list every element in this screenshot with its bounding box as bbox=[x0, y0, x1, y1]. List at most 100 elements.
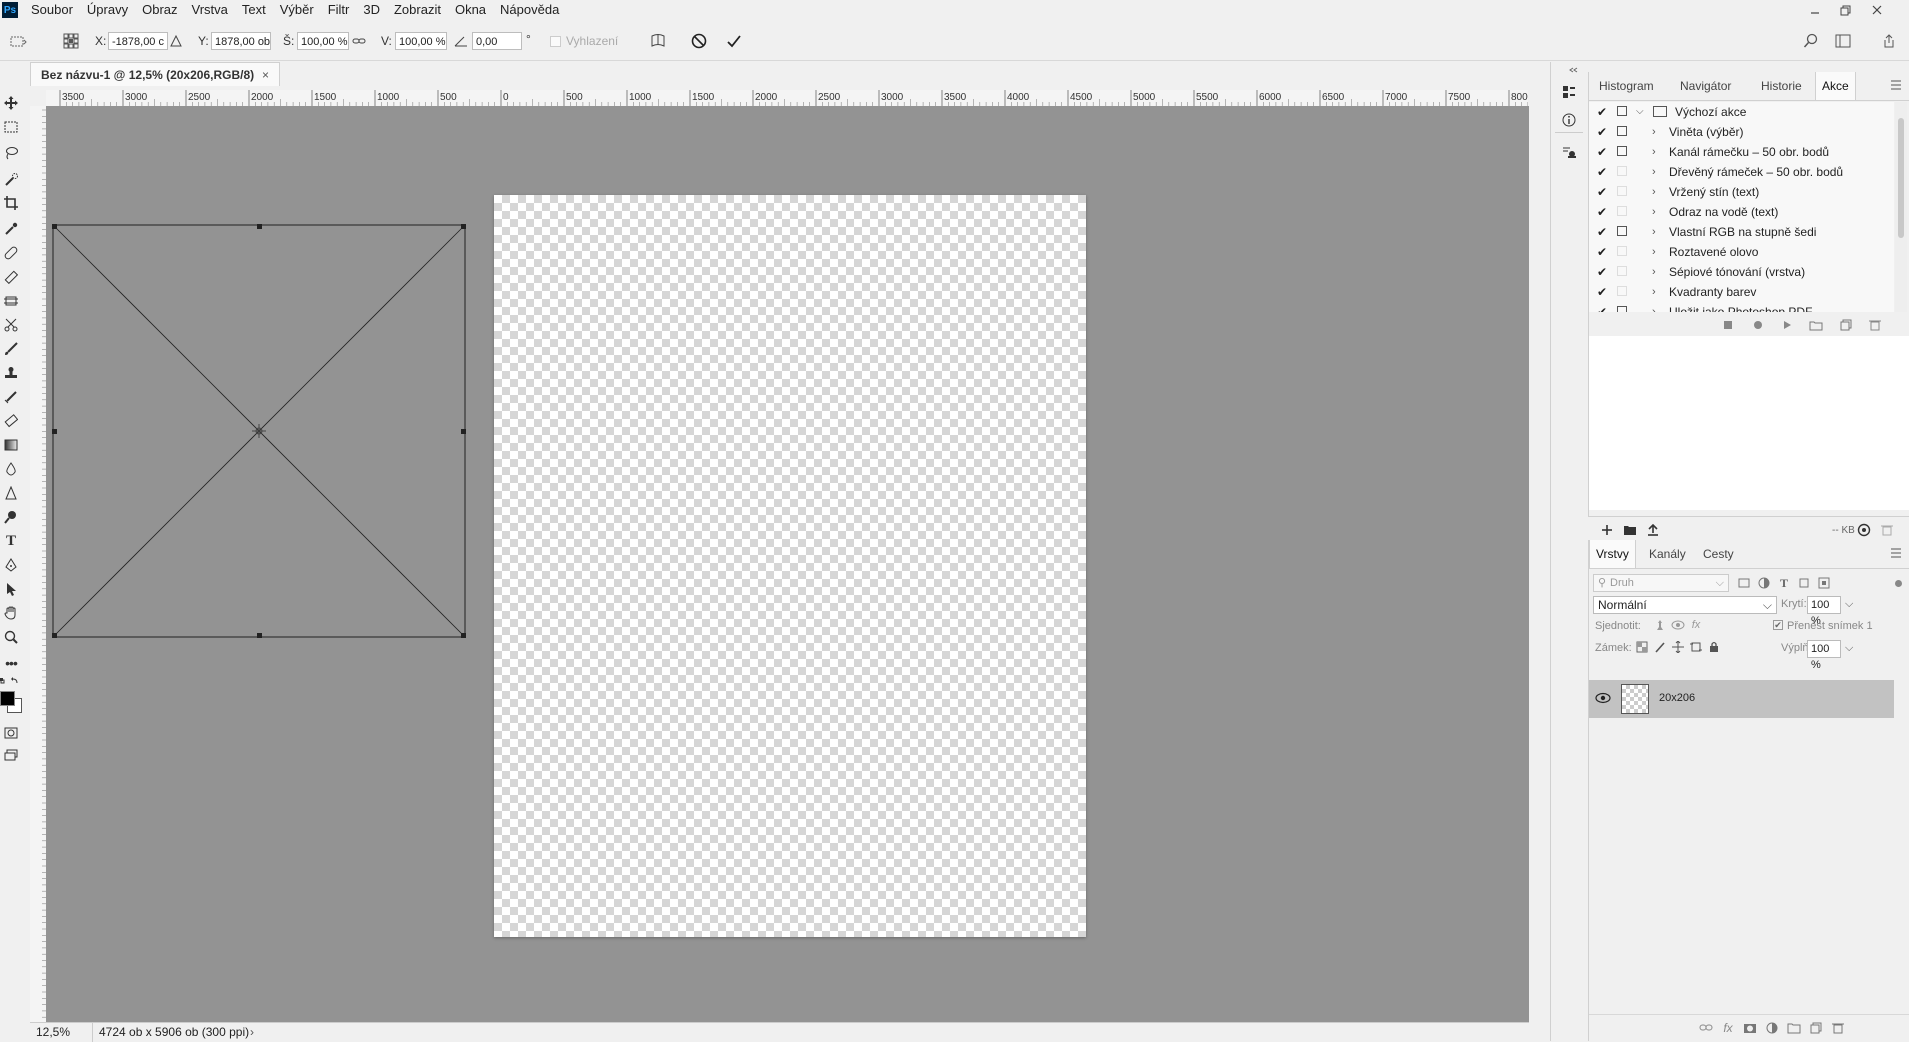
actions-list[interactable]: ✔ ⌵ Výchozí akce ✔ › Viněta (výběr) ✔ › Kaná… bbox=[1589, 102, 1894, 312]
ruler-tool-icon[interactable] bbox=[0, 266, 22, 288]
blur-tool-icon[interactable] bbox=[0, 458, 22, 480]
toggle-dialog-icon[interactable] bbox=[1617, 206, 1627, 216]
healing-brush-tool-icon[interactable] bbox=[0, 242, 22, 264]
expand-chevron-right-icon[interactable]: › bbox=[1652, 142, 1656, 162]
propagate-checkbox[interactable]: ✔ bbox=[1773, 620, 1783, 630]
action-item[interactable]: ✔ › Odraz na vodě (text) bbox=[1589, 202, 1894, 222]
scrollbar-thumb[interactable] bbox=[1898, 118, 1904, 238]
new-action-icon[interactable] bbox=[1837, 316, 1855, 334]
toggle-item-checkmark-icon[interactable]: ✔ bbox=[1597, 222, 1609, 242]
tab-channels[interactable]: Kanály bbox=[1643, 540, 1692, 568]
share-icon[interactable] bbox=[1878, 30, 1900, 52]
filter-type-icon[interactable]: T bbox=[1775, 574, 1793, 592]
close-icon[interactable] bbox=[1863, 0, 1891, 20]
expand-chevron-right-icon[interactable]: › bbox=[1652, 122, 1656, 142]
action-item[interactable]: ✔ › Uložit jako Photoshop PDF bbox=[1589, 302, 1894, 312]
lock-position-icon[interactable] bbox=[1669, 638, 1687, 656]
free-transform-bounding-box[interactable] bbox=[52, 224, 466, 638]
tab-navigator[interactable]: Navigátor bbox=[1674, 72, 1737, 100]
menu-text[interactable]: Text bbox=[235, 0, 273, 20]
document-canvas[interactable] bbox=[494, 195, 1086, 937]
document-info-menu-icon[interactable]: › bbox=[250, 1023, 254, 1042]
filter-smart-object-icon[interactable] bbox=[1815, 574, 1833, 592]
action-item[interactable]: ✔ › Viněta (výběr) bbox=[1589, 122, 1894, 142]
menu-soubor[interactable]: Soubor bbox=[24, 0, 80, 20]
warp-mode-icon[interactable] bbox=[647, 30, 669, 52]
unify-style-icon[interactable]: fx bbox=[1687, 616, 1705, 634]
crop-tool-icon[interactable] bbox=[0, 192, 22, 214]
filter-adjustment-icon[interactable] bbox=[1755, 574, 1773, 592]
close-tab-icon[interactable]: × bbox=[262, 63, 269, 87]
tab-actions[interactable]: Akce bbox=[1815, 72, 1856, 100]
scissors-tool-icon[interactable] bbox=[0, 314, 22, 336]
toggle-item-checkmark-icon[interactable]: ✔ bbox=[1597, 282, 1609, 302]
add-mask-icon[interactable] bbox=[1741, 1019, 1759, 1037]
menu-obraz[interactable]: Obraz bbox=[135, 0, 184, 20]
workspace-icon[interactable] bbox=[1832, 30, 1854, 52]
menu-vrstva[interactable]: Vrstva bbox=[185, 0, 235, 20]
frame-tool-icon[interactable] bbox=[0, 290, 22, 312]
marquee-tool-icon[interactable] bbox=[0, 116, 22, 138]
transform-handle[interactable] bbox=[52, 633, 57, 638]
screen-mode-icon[interactable] bbox=[0, 744, 22, 766]
y-position-input[interactable]: 1878,00 ob bbox=[211, 32, 271, 50]
record-icon[interactable] bbox=[1749, 316, 1767, 334]
fill-input[interactable]: 100 % bbox=[1807, 640, 1841, 671]
filter-toggle-icon[interactable] bbox=[1895, 580, 1902, 587]
dock-collapse-bar[interactable] bbox=[1551, 62, 1587, 73]
zoom-tool-icon[interactable] bbox=[0, 626, 22, 648]
tab-history[interactable]: Historie bbox=[1755, 72, 1808, 100]
expand-chevron-right-icon[interactable]: › bbox=[1652, 182, 1656, 202]
transform-handle[interactable] bbox=[257, 224, 262, 229]
toggle-item-checkmark-icon[interactable]: ✔ bbox=[1597, 302, 1609, 312]
document-tab[interactable]: Bez názvu-1 @ 12,5% (20x206,RGB/8) × bbox=[30, 62, 280, 86]
angle-input[interactable]: 0,00 bbox=[472, 32, 522, 50]
cancel-transform-icon[interactable] bbox=[688, 30, 710, 52]
menu-vyber[interactable]: Výběr bbox=[273, 0, 321, 20]
action-set-row[interactable]: ✔ ⌵ Výchozí akce bbox=[1589, 102, 1894, 122]
layer-row[interactable]: 20x206 bbox=[1589, 680, 1894, 718]
commit-transform-icon[interactable] bbox=[723, 30, 745, 52]
toggle-dialog-icon[interactable] bbox=[1617, 186, 1627, 196]
new-layer-icon[interactable] bbox=[1807, 1019, 1825, 1037]
unify-visibility-icon[interactable] bbox=[1669, 616, 1687, 634]
menu-upravy[interactable]: Úpravy bbox=[80, 0, 135, 20]
foreground-color-swatch[interactable] bbox=[0, 691, 15, 706]
new-set-folder-icon[interactable] bbox=[1807, 316, 1825, 334]
panel-menu-icon[interactable] bbox=[1890, 546, 1902, 561]
dodge-tool-icon[interactable] bbox=[0, 506, 22, 528]
tab-histogram[interactable]: Histogram bbox=[1593, 72, 1660, 100]
layer-thumbnail[interactable] bbox=[1621, 684, 1649, 714]
relative-position-icon[interactable] bbox=[168, 30, 184, 52]
filter-pixel-icon[interactable] bbox=[1735, 574, 1753, 592]
action-item[interactable]: ✔ › Kvadranty barev bbox=[1589, 282, 1894, 302]
transform-handle[interactable] bbox=[257, 633, 262, 638]
upload-icon[interactable] bbox=[1644, 521, 1662, 539]
toggle-dialog-icon[interactable] bbox=[1617, 226, 1627, 236]
toggle-item-checkmark-icon[interactable]: ✔ bbox=[1597, 142, 1609, 162]
x-position-input[interactable]: -1878,00 c bbox=[108, 32, 168, 50]
lock-artboard-icon[interactable] bbox=[1687, 638, 1705, 656]
toggle-dialog-icon[interactable] bbox=[1617, 106, 1627, 116]
actions-scrollbar[interactable] bbox=[1895, 102, 1907, 312]
move-tool-icon[interactable] bbox=[0, 92, 22, 114]
tab-layers[interactable]: Vrstvy bbox=[1589, 540, 1636, 568]
link-icon[interactable] bbox=[350, 30, 368, 52]
width-input[interactable]: 100,00 % bbox=[297, 32, 349, 50]
action-item[interactable]: ✔ › Vlastní RGB na stupně šedi bbox=[1589, 222, 1894, 242]
toggle-dialog-icon[interactable] bbox=[1617, 166, 1627, 176]
transform-handle[interactable] bbox=[461, 633, 466, 638]
sync-icon[interactable] bbox=[1855, 521, 1873, 539]
new-group-folder-icon[interactable] bbox=[1785, 1019, 1803, 1037]
expand-chevron-right-icon[interactable]: › bbox=[1652, 222, 1656, 242]
opacity-input[interactable]: 100 % bbox=[1807, 596, 1841, 627]
eraser-tool-icon[interactable] bbox=[0, 410, 22, 432]
clone-stamp-tool-icon[interactable] bbox=[0, 362, 22, 384]
unify-position-icon[interactable] bbox=[1651, 616, 1669, 634]
layer-filter-select[interactable]: ⚲ Druh ⌵ bbox=[1593, 574, 1729, 592]
stop-icon[interactable] bbox=[1719, 316, 1737, 334]
properties-icon[interactable] bbox=[1559, 82, 1579, 102]
toggle-dialog-icon[interactable] bbox=[1617, 246, 1627, 256]
link-layers-icon[interactable] bbox=[1697, 1019, 1715, 1037]
search-icon[interactable] bbox=[1800, 30, 1822, 52]
